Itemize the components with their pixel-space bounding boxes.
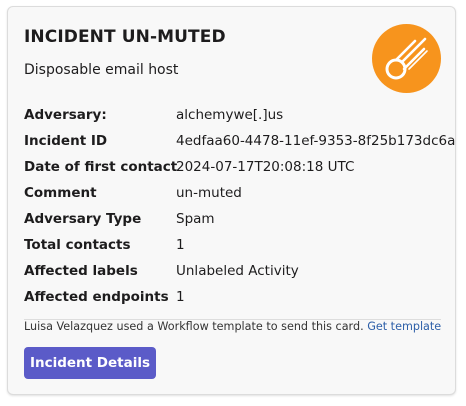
field-row-total-contacts: Total contacts 1	[24, 236, 444, 262]
field-row-adversary: Adversary: alchemywe[.]us	[24, 106, 444, 132]
field-row-comment: Comment un-muted	[24, 184, 444, 210]
field-row-first-contact: Date of first contact 2024-07-17T20:08:1…	[24, 158, 444, 184]
field-label: Adversary Type	[24, 211, 142, 227]
field-value: Spam	[176, 211, 215, 227]
field-row-adversary-type: Adversary Type Spam	[24, 210, 444, 236]
card-title: INCIDENT UN-MUTED	[24, 27, 226, 47]
field-row-affected-endpoints: Affected endpoints 1	[24, 288, 444, 314]
field-value: un-muted	[176, 185, 242, 201]
field-label: Comment	[24, 185, 97, 201]
field-label: Total contacts	[24, 237, 131, 253]
field-value: alchemywe[.]us	[176, 107, 284, 123]
field-label: Adversary:	[24, 107, 107, 123]
field-label: Affected endpoints	[24, 289, 169, 305]
footer-text: Luisa Velazquez used a Workflow template…	[24, 320, 364, 333]
incident-details-button[interactable]: Incident Details	[24, 347, 156, 379]
get-template-link[interactable]: Get template	[367, 320, 441, 333]
field-label: Incident ID	[24, 133, 108, 149]
field-value: 2024-07-17T20:08:18 UTC	[176, 159, 355, 175]
field-value: 1	[176, 237, 185, 253]
field-label: Date of first contact	[24, 159, 178, 175]
field-row-affected-labels: Affected labels Unlabeled Activity	[24, 262, 444, 288]
workflow-footer: Luisa Velazquez used a Workflow template…	[24, 320, 441, 333]
incident-fields: Adversary: alchemywe[.]us Incident ID 4e…	[24, 106, 455, 314]
card-subtitle: Disposable email host	[24, 62, 179, 78]
field-value: 4edfaa60-4478-11ef-9353-8f25b173dc6a	[176, 133, 456, 149]
comet-icon	[372, 24, 441, 93]
field-value: Unlabeled Activity	[176, 263, 299, 279]
field-value: 1	[176, 289, 185, 305]
incident-card: INCIDENT UN-MUTED Disposable email host …	[7, 6, 456, 395]
field-row-incident-id: Incident ID 4edfaa60-4478-11ef-9353-8f25…	[24, 132, 455, 158]
field-label: Affected labels	[24, 263, 138, 279]
